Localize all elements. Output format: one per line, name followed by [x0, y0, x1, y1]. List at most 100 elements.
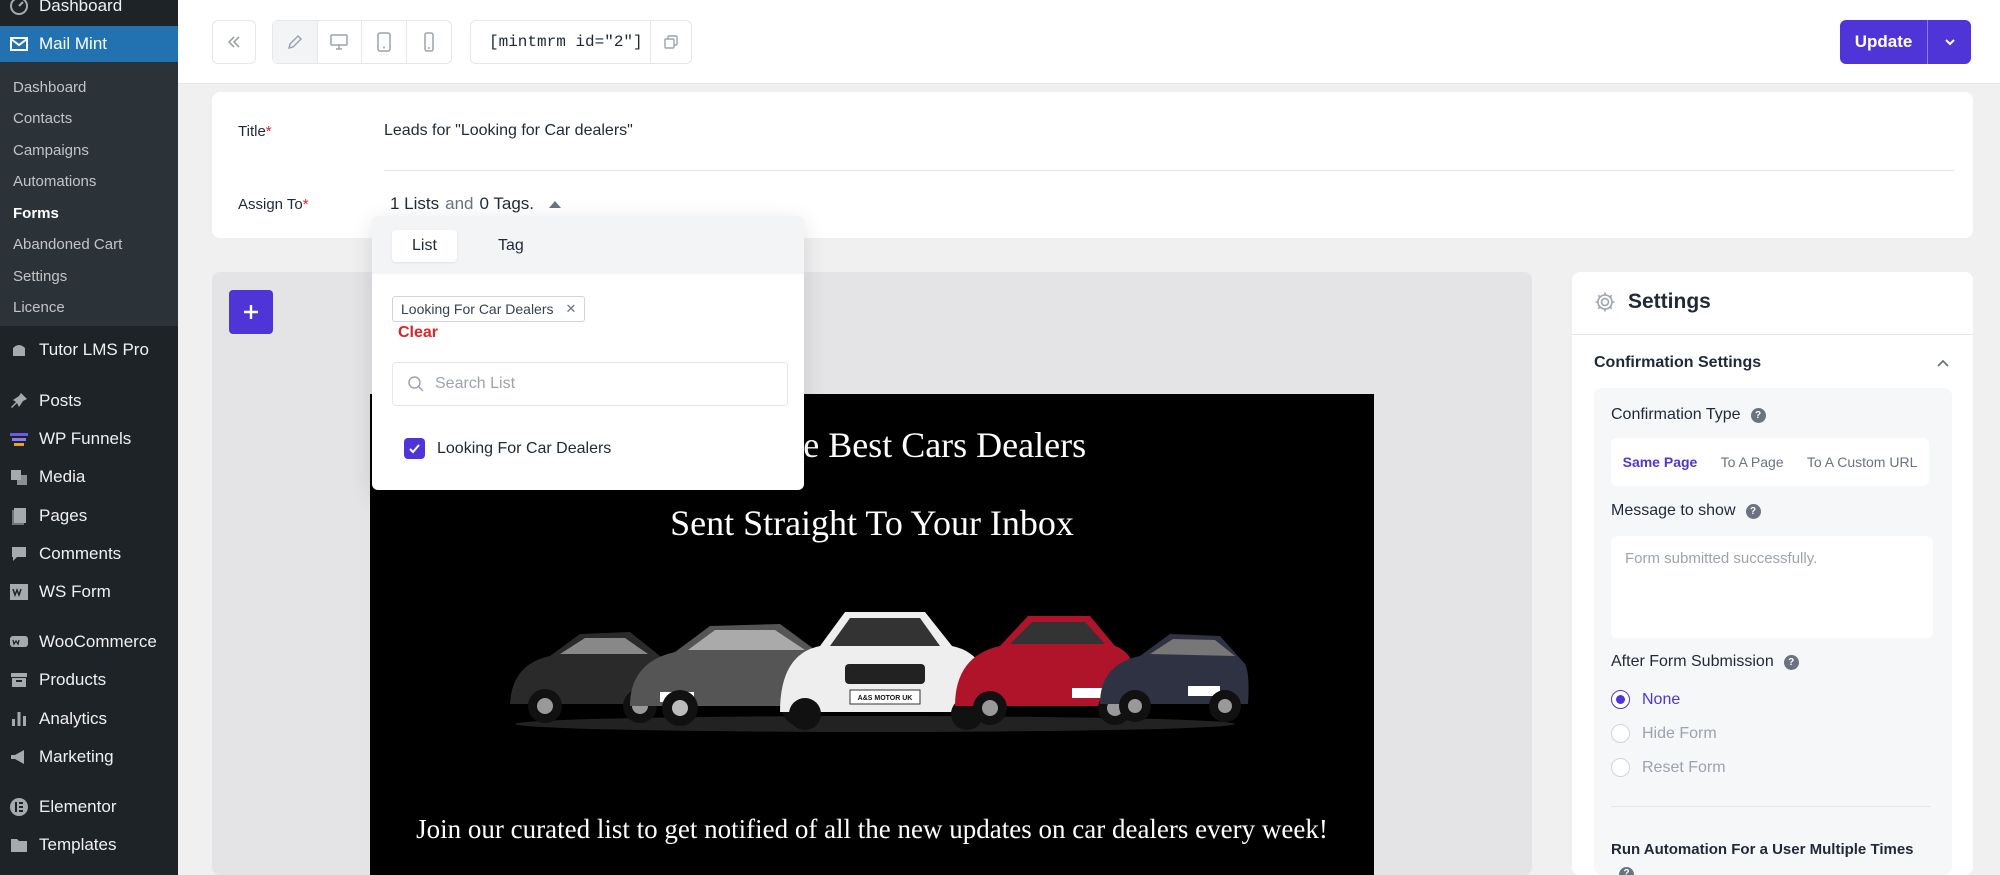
update-button[interactable]: Update	[1840, 20, 1928, 64]
divider	[1611, 806, 1931, 807]
update-options-button[interactable]	[1928, 20, 1971, 64]
confirmation-type-to-page[interactable]: To A Page	[1721, 454, 1784, 470]
assign-to-toggle[interactable]: 1 Lists and 0 Tags.	[390, 194, 562, 214]
edit-mode-button[interactable]	[273, 21, 318, 63]
confirmation-type-custom-url[interactable]: To A Custom URL	[1807, 454, 1918, 470]
sidebar-item-label: Templates	[39, 835, 117, 854]
clear-button[interactable]: Clear	[398, 324, 438, 342]
sidebar-item-posts[interactable]: Posts	[0, 387, 178, 415]
media-icon	[9, 467, 29, 487]
sidebar-item-analytics[interactable]: Analytics	[0, 705, 178, 733]
radio-none[interactable]: None	[1611, 690, 1680, 709]
elementor-icon	[9, 797, 29, 817]
radio-selected-icon	[1611, 690, 1630, 709]
message-label: Message to show?	[1611, 502, 1761, 520]
remove-chip-icon[interactable]: ✕	[566, 301, 577, 317]
sidebar-item-elementor[interactable]: Elementor	[0, 793, 178, 821]
confirmation-type-switch: Same Page To A Page To A Custom URL	[1611, 438, 1929, 486]
title-input[interactable]: Leads for "Looking for Car dealers"	[384, 122, 633, 140]
sidebar-item-comments[interactable]: Comments	[0, 540, 178, 568]
submenu-forms[interactable]: Forms	[13, 205, 59, 222]
admin-sidebar: Dashboard Mail Mint Dashboard Contacts C…	[0, 0, 178, 875]
divider	[384, 170, 1954, 171]
submenu-contacts[interactable]: Contacts	[13, 110, 72, 127]
plus-icon	[244, 305, 258, 319]
mobile-icon	[423, 32, 434, 52]
submenu-abandoned-cart[interactable]: Abandoned Cart	[13, 236, 122, 253]
submenu-dashboard[interactable]: Dashboard	[13, 79, 86, 96]
help-icon[interactable]: ?	[1750, 407, 1766, 423]
submenu-campaigns[interactable]: Campaigns	[13, 142, 89, 159]
sidebar-item-label: Pages	[39, 506, 88, 525]
message-textarea[interactable]	[1611, 536, 1933, 638]
cars-image: A&S MOTOR UK	[510, 612, 1249, 732]
confirmation-settings-heading[interactable]: Confirmation Settings	[1594, 354, 1761, 372]
sidebar-item-label: Elementor	[39, 797, 117, 816]
woo-icon	[9, 632, 29, 652]
hero-subheadline: Sent Straight To Your Inbox	[670, 503, 1074, 543]
radio-reset-form[interactable]: Reset Form	[1611, 758, 1726, 777]
wsform-icon	[9, 582, 29, 602]
sidebar-item-marketing[interactable]: Marketing	[0, 743, 178, 771]
tab-list[interactable]: List	[392, 230, 457, 262]
chevron-up-icon[interactable]	[1935, 356, 1951, 372]
sidebar-item-woocommerce[interactable]: WooCommerce	[0, 628, 178, 656]
radio-unselected-icon	[1611, 758, 1630, 777]
help-icon[interactable]: ?	[1619, 866, 1634, 875]
sidebar-item-tutor-lms[interactable]: Tutor LMS Pro	[0, 336, 178, 364]
sidebar-item-ws-form[interactable]: WS Form	[0, 578, 178, 606]
license-plate-text: A&S MOTOR UK	[858, 695, 913, 702]
shortcode-text[interactable]: [mintmrm id="2"]	[471, 21, 651, 63]
radio-unselected-icon	[1611, 724, 1630, 743]
sidebar-item-dashboard[interactable]: Dashboard	[0, 0, 178, 20]
sidebar-item-label: Tutor LMS Pro	[39, 340, 149, 359]
radio-hide-form[interactable]: Hide Form	[1611, 724, 1717, 743]
help-icon[interactable]: ?	[1783, 654, 1799, 670]
sidebar-item-templates[interactable]: Templates	[0, 831, 178, 859]
confirmation-type-same-page[interactable]: Same Page	[1623, 454, 1698, 470]
copy-shortcode-button[interactable]	[651, 33, 691, 51]
add-block-button[interactable]	[229, 290, 273, 334]
submenu-automations[interactable]: Automations	[13, 173, 96, 190]
archive-icon	[9, 670, 29, 690]
search-list-field	[392, 362, 788, 406]
desktop-preview-button[interactable]	[318, 21, 362, 63]
pages-icon	[9, 506, 29, 526]
comment-icon	[9, 544, 29, 564]
divider	[1572, 334, 1973, 335]
chevron-down-icon	[1944, 39, 1955, 46]
mobile-preview-button[interactable]	[407, 21, 451, 63]
submenu-licence[interactable]: Licence	[13, 299, 65, 316]
sidebar-item-label: Comments	[39, 544, 122, 563]
chip-label: Looking For Car Dealers	[401, 301, 554, 317]
tablet-preview-button[interactable]	[362, 21, 407, 63]
funnel-icon	[9, 429, 29, 449]
assign-tabs: List Tag	[372, 216, 804, 274]
sidebar-item-pages[interactable]: Pages	[0, 502, 178, 530]
search-icon	[408, 376, 424, 392]
sidebar-item-label: Posts	[39, 391, 82, 410]
folder-icon	[9, 835, 29, 855]
assign-tags-count: 0 Tags.	[479, 194, 535, 213]
bar-chart-icon	[9, 709, 29, 729]
copy-icon	[664, 35, 678, 49]
back-button[interactable]	[212, 20, 256, 64]
list-option[interactable]: Looking For Car Dealers	[404, 438, 611, 459]
mail-mint-submenu: Dashboard Contacts Campaigns Automations…	[0, 62, 178, 326]
submenu-settings[interactable]: Settings	[13, 268, 67, 285]
search-list-input[interactable]	[435, 375, 755, 393]
help-icon[interactable]: ?	[1745, 503, 1761, 519]
gear-icon	[1595, 292, 1615, 312]
sidebar-item-products[interactable]: Products	[0, 666, 178, 694]
sidebar-item-wp-funnels[interactable]: WP Funnels	[0, 425, 178, 453]
assign-to-label: Assign To*	[238, 196, 309, 213]
tab-tag[interactable]: Tag	[478, 230, 544, 262]
sidebar-item-mail-mint[interactable]: Mail Mint	[0, 26, 178, 62]
sidebar-item-media[interactable]: Media	[0, 463, 178, 491]
checkbox-checked-icon[interactable]	[404, 438, 425, 459]
confirmation-settings-body: Confirmation Type? Same Page To A Page T…	[1594, 388, 1952, 875]
sidebar-item-label: Analytics	[39, 709, 108, 728]
sidebar-item-label: Media	[39, 467, 86, 486]
pencil-icon	[287, 34, 302, 50]
double-chevron-left-icon	[227, 36, 240, 48]
